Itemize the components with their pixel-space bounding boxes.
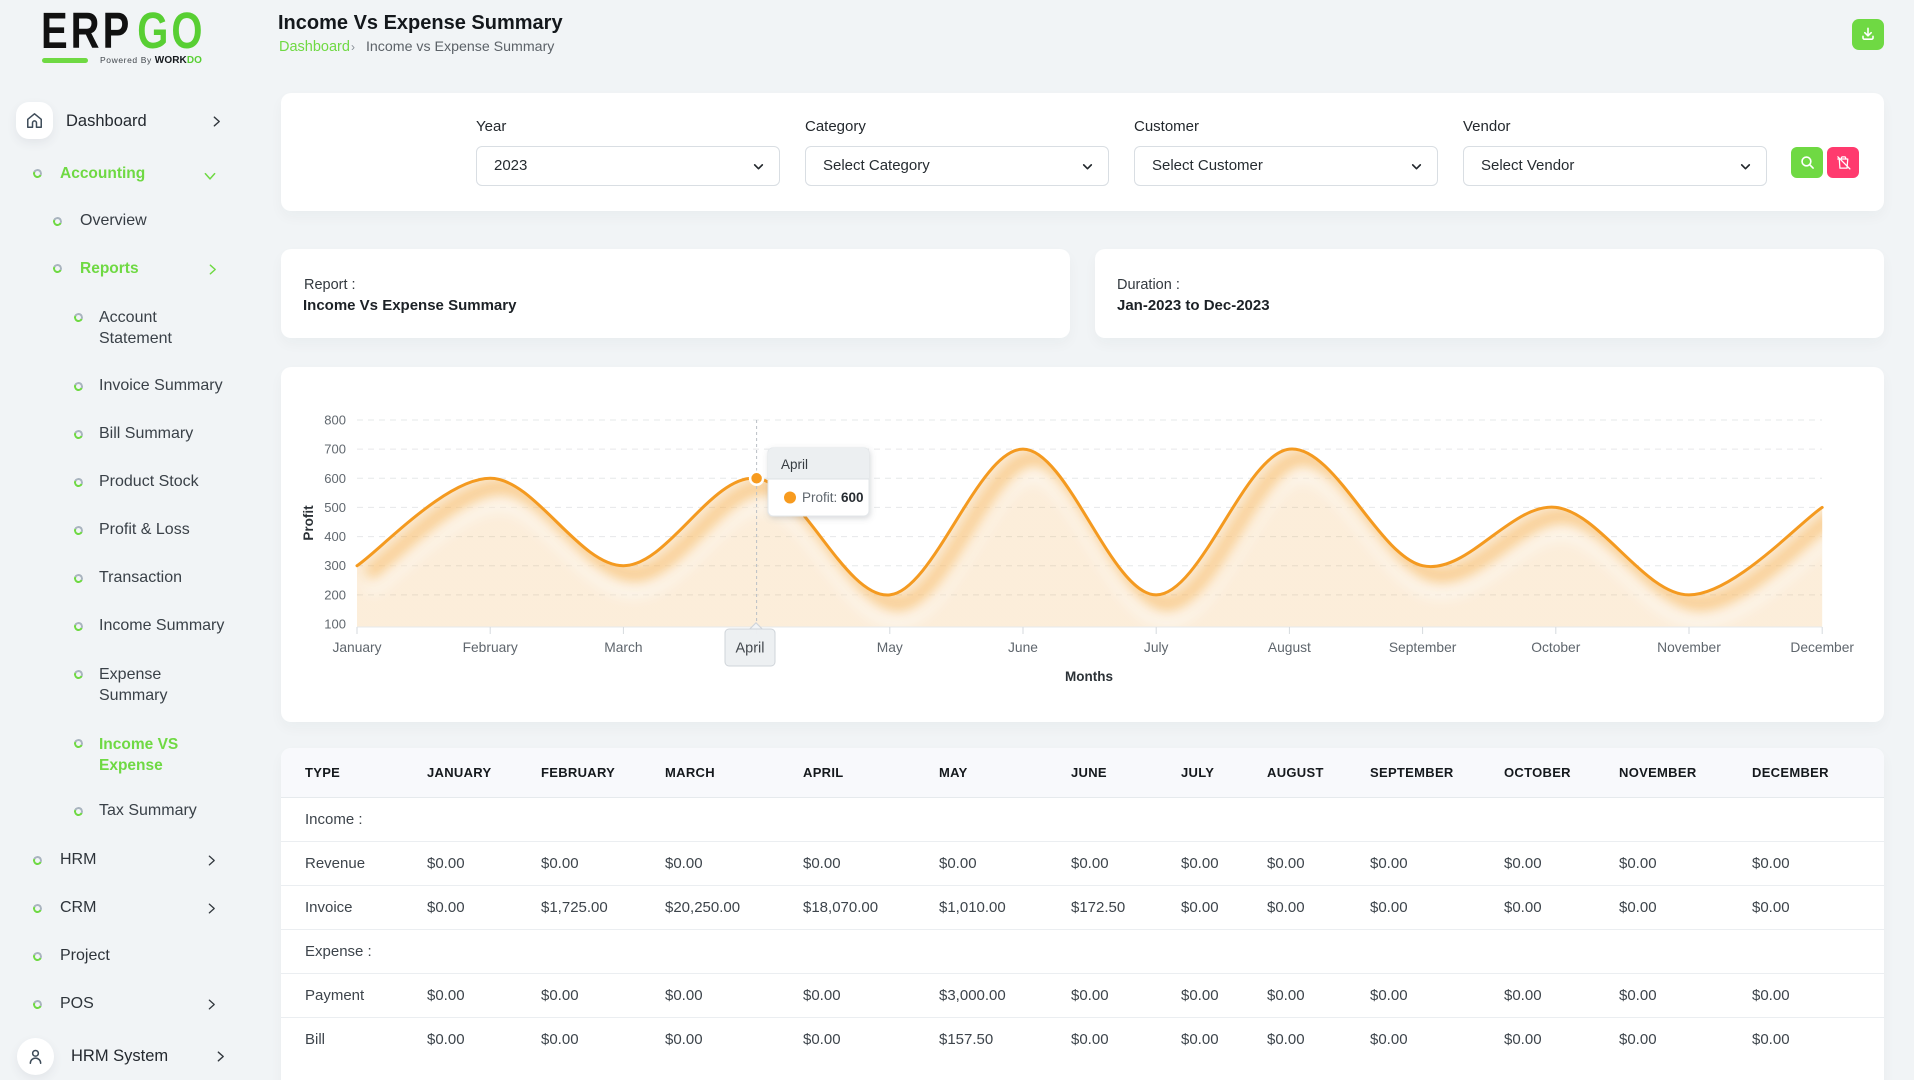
svg-text:600: 600 [841,490,864,505]
svg-text:600: 600 [324,471,346,486]
svg-text:December: December [1790,640,1854,655]
svg-text:February: February [463,640,518,655]
svg-text:October: October [1531,640,1580,655]
svg-text:Profit:: Profit: [802,490,837,505]
svg-text:700: 700 [324,442,346,457]
svg-text:January: January [332,640,381,655]
svg-text:July: July [1144,640,1169,655]
svg-text:400: 400 [324,529,346,544]
svg-text:200: 200 [324,587,346,602]
svg-text:November: November [1657,640,1721,655]
svg-text:April: April [781,457,808,472]
svg-text:Months: Months [1065,669,1113,684]
svg-text:March: March [604,640,642,655]
svg-text:June: June [1008,640,1038,655]
svg-text:May: May [877,640,903,655]
svg-text:100: 100 [324,617,346,632]
svg-text:500: 500 [324,500,346,515]
svg-text:August: August [1268,640,1311,655]
svg-text:September: September [1389,640,1457,655]
svg-text:Profit: Profit [301,505,316,541]
svg-text:800: 800 [324,413,346,428]
svg-text:300: 300 [324,558,346,573]
svg-text:April: April [735,641,764,657]
